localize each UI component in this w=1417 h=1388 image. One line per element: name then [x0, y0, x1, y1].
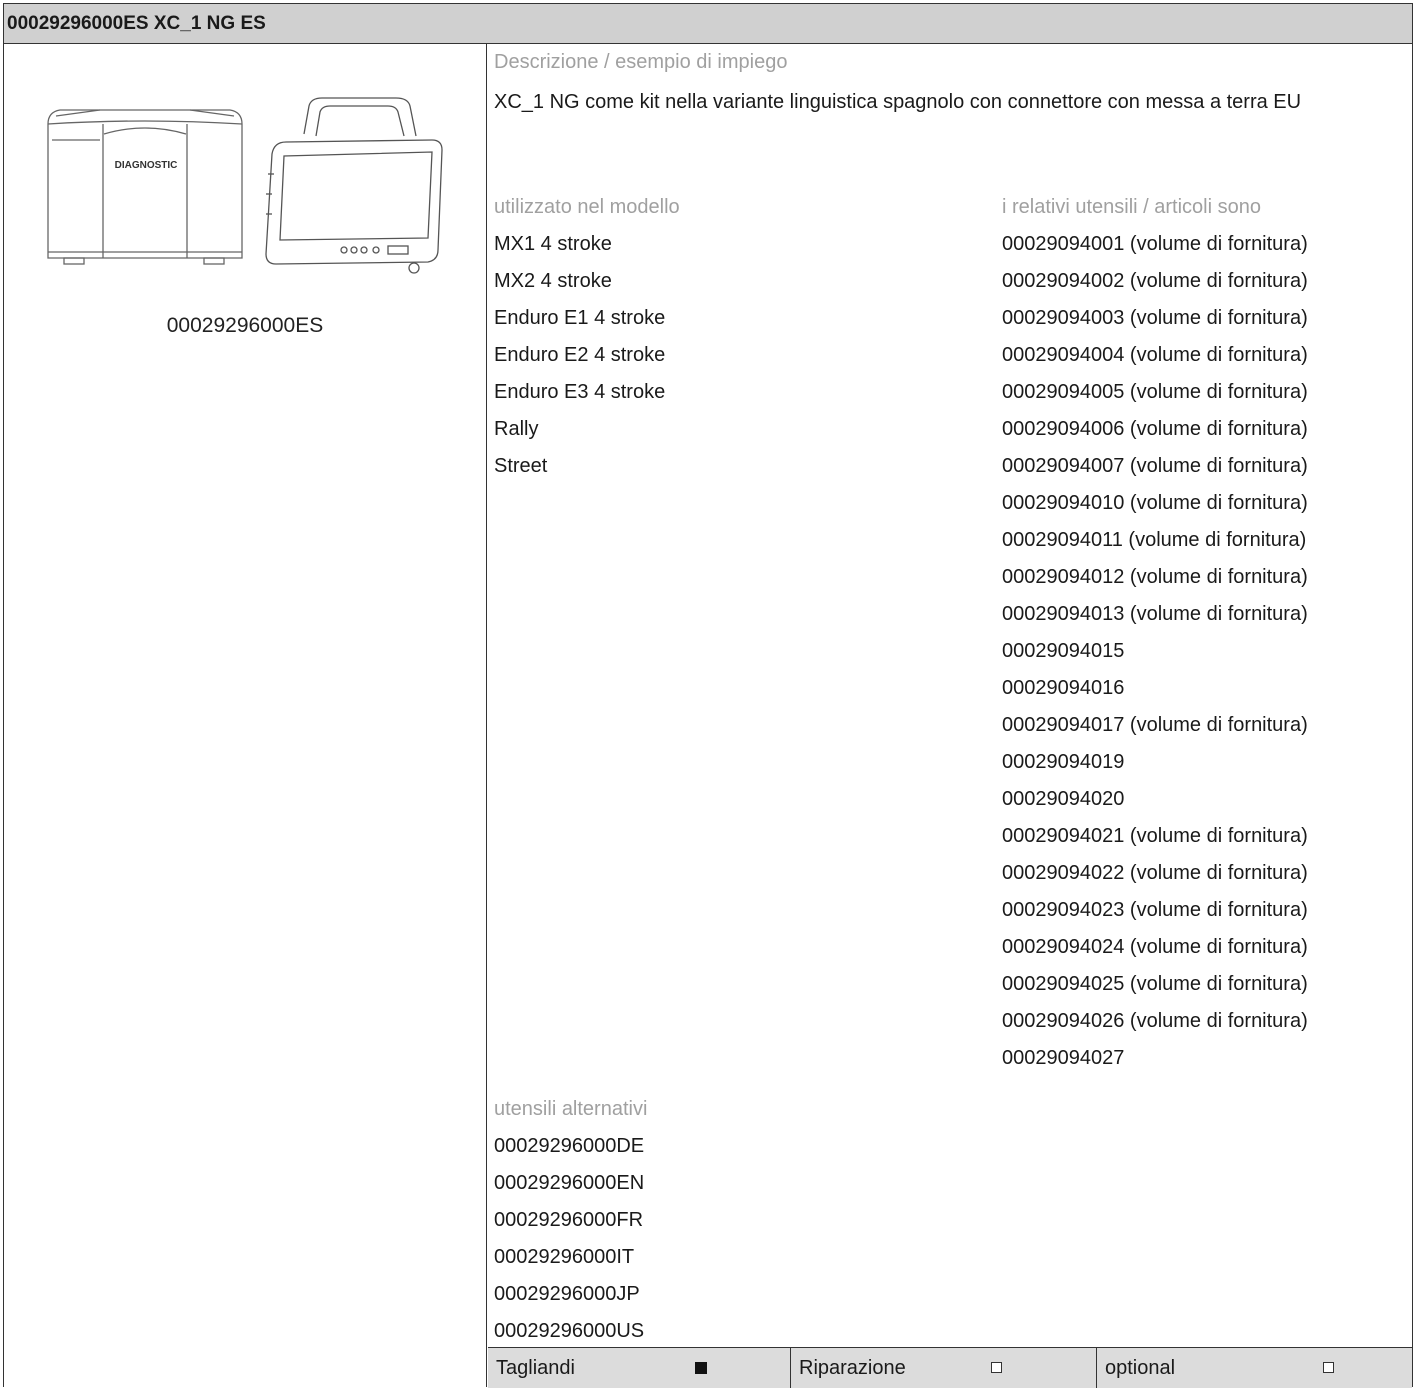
list-item: 00029094002 (volume di fornitura) — [1002, 270, 1308, 292]
list-item: Rally — [494, 418, 539, 440]
footer-cell-riparazione: Riparazione — [790, 1348, 1096, 1388]
footer-cell-optional: optional — [1096, 1348, 1412, 1388]
list-item: 00029296000EN — [494, 1172, 645, 1194]
list-item: 00029296000IT — [494, 1246, 635, 1268]
description-label: Descrizione / esempio di impiego — [494, 51, 788, 73]
tool-sheet: 00029296000ES XC_1 NG ES DIAGNOSTIC 0002… — [3, 3, 1413, 1388]
footer-cell-tagliandi: Tagliandi — [488, 1348, 790, 1388]
column-divider — [486, 44, 487, 1387]
list-item: 00029094020 — [1002, 788, 1125, 810]
list-item: 00029296000FR — [494, 1209, 644, 1231]
footer-label: Tagliandi — [496, 1357, 575, 1379]
list-item: 00029094012 (volume di fornitura) — [1002, 566, 1308, 588]
alternatives-label: utensili alternativi — [494, 1098, 648, 1120]
list-item: 00029296000US — [494, 1320, 645, 1342]
related-tools-list: i relativi utensili / articoli sono 0002… — [1002, 189, 1308, 1077]
description-text: XC_1 NG come kit nella variante linguist… — [494, 91, 1302, 113]
related-label: i relativi utensili / articoli sono — [1002, 196, 1261, 218]
list-item: Enduro E3 4 stroke — [494, 381, 666, 403]
list-item: 00029094001 (volume di fornitura) — [1002, 233, 1308, 255]
list-item: 00029094016 — [1002, 677, 1125, 699]
models-label: utilizzato nel modello — [494, 196, 680, 218]
list-item: 00029094004 (volume di fornitura) — [1002, 344, 1308, 366]
list-item: 00029094025 (volume di fornitura) — [1002, 973, 1308, 995]
usage-footer: Tagliandi Riparazione optional — [488, 1347, 1412, 1388]
list-item: 00029296000DE — [494, 1135, 645, 1157]
list-item: 00029094017 (volume di fornitura) — [1002, 714, 1308, 736]
list-item: MX2 4 stroke — [494, 270, 612, 292]
list-item: 00029094013 (volume di fornitura) — [1002, 603, 1308, 625]
list-item: 00029094011 (volume di fornitura) — [1002, 529, 1307, 551]
list-item: 00029094024 (volume di fornitura) — [1002, 936, 1308, 958]
list-item: 00029094026 (volume di fornitura) — [1002, 1010, 1308, 1032]
list-item: 00029094019 — [1002, 751, 1125, 773]
checkbox-2 — [1323, 1362, 1334, 1373]
footer-label: Riparazione — [799, 1357, 906, 1379]
list-item: 00029094005 (volume di fornitura) — [1002, 381, 1308, 403]
checkbox-0 — [695, 1362, 707, 1374]
page-title: 00029296000ES XC_1 NG ES — [4, 4, 1412, 44]
diagnostic-case-image — [47, 109, 243, 265]
list-item: 00029094027 — [1002, 1047, 1125, 1069]
image-caption: 00029296000ES — [166, 314, 324, 337]
list-item: 00029094006 (volume di fornitura) — [1002, 418, 1308, 440]
list-item: Enduro E2 4 stroke — [494, 344, 666, 366]
tablet-image — [265, 97, 443, 274]
list-item: 00029094007 (volume di fornitura) — [1002, 455, 1308, 477]
list-item: Enduro E1 4 stroke — [494, 307, 666, 329]
list-item: 00029094023 (volume di fornitura) — [1002, 899, 1308, 921]
list-item: MX1 4 stroke — [494, 233, 612, 255]
list-item: 00029094022 (volume di fornitura) — [1002, 862, 1308, 884]
list-item: 00029094015 — [1002, 640, 1125, 662]
svg-text:DIAGNOSTIC: DIAGNOSTIC — [115, 160, 178, 171]
list-item: 00029094010 (volume di fornitura) — [1002, 492, 1308, 514]
list-item: 00029296000JP — [494, 1283, 640, 1305]
checkbox-1 — [991, 1362, 1002, 1373]
diagnostic-kit-illustration: DIAGNOSTIC — [47, 97, 443, 274]
list-item: 00029094021 (volume di fornitura) — [1002, 825, 1308, 847]
models-list: utilizzato nel modello MX1 4 stroke MX2 … — [494, 189, 680, 485]
list-item: Street — [494, 455, 548, 477]
footer-label: optional — [1105, 1357, 1176, 1379]
list-item: 00029094003 (volume di fornitura) — [1002, 307, 1308, 329]
alternative-tools-list: utensili alternativi 00029296000DE 00029… — [494, 1091, 647, 1350]
